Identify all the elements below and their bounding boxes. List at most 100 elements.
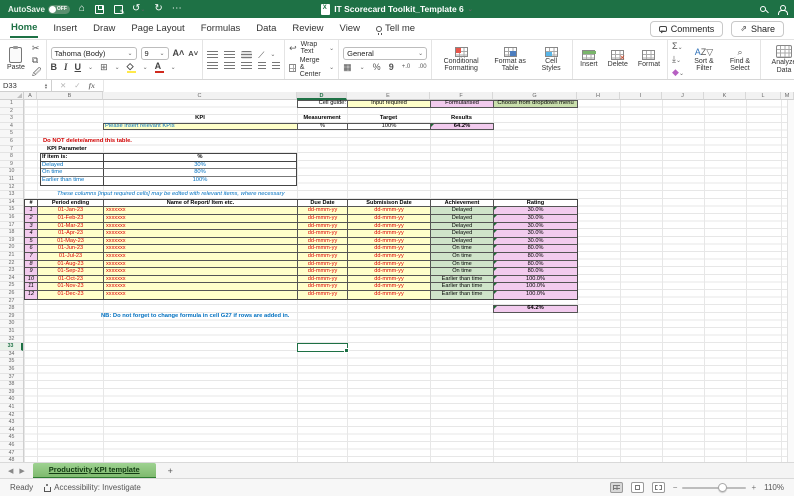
cell-rating[interactable]: 80.0% bbox=[494, 268, 577, 276]
normal-view-icon[interactable] bbox=[609, 482, 623, 493]
cell-num[interactable]: 9 bbox=[25, 268, 38, 276]
select-all-corner[interactable] bbox=[0, 92, 24, 100]
cell-name[interactable]: xxxxxxx bbox=[104, 252, 298, 261]
column-header-G[interactable]: G bbox=[493, 92, 577, 100]
tab-view[interactable]: View bbox=[339, 20, 361, 37]
row-header-45[interactable]: 45 bbox=[0, 434, 23, 442]
align-left-icon[interactable] bbox=[207, 61, 219, 70]
zoom-level[interactable]: 110% bbox=[764, 483, 784, 492]
copy-icon[interactable]: ⧉ bbox=[32, 55, 42, 65]
zoom-in-icon[interactable]: + bbox=[751, 483, 756, 492]
cell-sub[interactable]: dd-mmm-yy bbox=[348, 222, 431, 231]
table-row[interactable]: 1 01-Jan-23 xxxxxxx dd-mmm-yy dd-mmm-yy Delay… bbox=[25, 207, 577, 215]
table-row[interactable]: 9 01-Sep-23 xxxxxxx dd-mmm-yy dd-mmm-yy On ti… bbox=[25, 268, 577, 276]
cell-due[interactable]: dd-mmm-yy bbox=[298, 275, 348, 284]
row-header-34[interactable]: 34 bbox=[0, 351, 23, 359]
cell-D1[interactable]: Cell guide: bbox=[297, 100, 348, 108]
cell-due[interactable]: dd-mmm-yy bbox=[298, 290, 348, 299]
cell-period[interactable]: 01-Oct-23 bbox=[38, 275, 104, 284]
tab-formulas[interactable]: Formulas bbox=[200, 20, 242, 37]
align-center-icon[interactable] bbox=[224, 61, 236, 70]
accessibility-status[interactable]: Accessibility: Investigate bbox=[43, 483, 141, 492]
cell-rating[interactable]: 30.0% bbox=[494, 230, 577, 238]
zoom-slider-thumb[interactable] bbox=[717, 482, 727, 492]
fill-icon[interactable]: ⤓⌄ bbox=[672, 54, 684, 66]
cell-period[interactable]: 01-Apr-23 bbox=[38, 230, 104, 238]
cell-due[interactable]: dd-mmm-yy bbox=[298, 230, 348, 238]
cell-period[interactable]: 01-Jul-23 bbox=[38, 252, 104, 261]
param-row[interactable]: On time 80% bbox=[41, 169, 296, 177]
account-icon[interactable] bbox=[778, 5, 788, 15]
cell-due[interactable]: dd-mmm-yy bbox=[298, 268, 348, 276]
font-size-select[interactable]: 9 ⌄ bbox=[140, 46, 169, 60]
fill-color-icon[interactable]: ◇ bbox=[126, 61, 136, 73]
row-header-32[interactable]: 32 bbox=[0, 336, 23, 344]
cell-ach[interactable]: On time bbox=[431, 260, 494, 269]
cell-due[interactable]: dd-mmm-yy bbox=[298, 214, 348, 223]
cell-B6-warning[interactable]: Do NOT delete/amend this table. bbox=[42, 138, 242, 146]
cell-due[interactable]: dd-mmm-yy bbox=[298, 260, 348, 269]
cell-num[interactable]: 2 bbox=[25, 214, 38, 223]
comments-button[interactable]: Comments bbox=[649, 20, 724, 37]
share-button[interactable]: ⇗ Share bbox=[731, 20, 784, 37]
cell-period[interactable]: 01-Sep-23 bbox=[38, 268, 104, 276]
cell-num[interactable]: 7 bbox=[25, 252, 38, 261]
cell-ach[interactable]: On time bbox=[431, 252, 494, 261]
row-header-19[interactable]: 19 bbox=[0, 237, 23, 245]
tab-home[interactable]: Home bbox=[10, 19, 39, 38]
table-row[interactable]: 12 01-Dec-23 xxxxxxx dd-mmm-yy dd-mmm-yy Earl… bbox=[25, 290, 577, 299]
cell-ach[interactable]: Delayed bbox=[431, 230, 494, 238]
zoom-out-icon[interactable]: − bbox=[673, 483, 678, 492]
row-header-6[interactable]: 6 bbox=[0, 138, 23, 146]
home-icon[interactable]: ⌂ bbox=[79, 0, 85, 18]
add-sheet-button[interactable]: + bbox=[156, 466, 185, 476]
formula-input[interactable] bbox=[103, 79, 794, 92]
row-header-25[interactable]: 25 bbox=[0, 282, 23, 290]
cell-sub[interactable]: dd-mmm-yy bbox=[348, 230, 431, 238]
row-header-15[interactable]: 15 bbox=[0, 206, 23, 214]
row-header-11[interactable]: 11 bbox=[0, 176, 23, 184]
row-header-2[interactable]: 2 bbox=[0, 108, 23, 116]
cell-rating[interactable]: 80.0% bbox=[494, 252, 577, 261]
cell-ach[interactable]: Delayed bbox=[431, 222, 494, 231]
zoom-slider[interactable]: − + bbox=[673, 482, 756, 492]
table-row[interactable]: 10 01-Oct-23 xxxxxxx dd-mmm-yy dd-mmm-yy Earl… bbox=[25, 275, 577, 284]
tab-data[interactable]: Data bbox=[255, 20, 277, 37]
row-header-38[interactable]: 38 bbox=[0, 381, 23, 389]
cell-rating[interactable]: 100.0% bbox=[494, 290, 577, 299]
decrease-indent-icon[interactable] bbox=[258, 61, 267, 70]
cell-num[interactable]: 8 bbox=[25, 260, 38, 269]
column-header-I[interactable]: I bbox=[620, 92, 662, 100]
name-box[interactable]: D33 ▲ ▼ bbox=[0, 79, 52, 92]
row-header-36[interactable]: 36 bbox=[0, 366, 23, 374]
param-row[interactable]: Delayed 30% bbox=[41, 161, 296, 170]
cell-F1-formularised[interactable]: Formularised bbox=[430, 100, 494, 108]
document-title[interactable]: IT Scorecard Toolkit_Template 6 bbox=[334, 4, 464, 14]
find-select-button[interactable]: ⌕ Find & Select bbox=[724, 46, 756, 74]
conditional-formatting-button[interactable]: Conditional Formatting bbox=[436, 46, 486, 74]
wrap-text-button[interactable]: ↩ Wrap Text ⌄ bbox=[289, 41, 334, 55]
cell-period[interactable]: 01-Dec-23 bbox=[38, 290, 104, 299]
cell-ach[interactable]: Earlier than time bbox=[431, 290, 494, 299]
cell-name[interactable]: xxxxxxx bbox=[104, 268, 298, 276]
row-header-8[interactable]: 8 bbox=[0, 153, 23, 161]
cell-period[interactable]: 01-Aug-23 bbox=[38, 260, 104, 269]
row-header-46[interactable]: 46 bbox=[0, 442, 23, 450]
cell-ach[interactable]: Delayed bbox=[431, 237, 494, 246]
row-header-44[interactable]: 44 bbox=[0, 427, 23, 435]
cell-name[interactable]: xxxxxxx bbox=[104, 260, 298, 269]
cell-sub[interactable]: dd-mmm-yy bbox=[348, 290, 431, 299]
row-header-39[interactable]: 39 bbox=[0, 389, 23, 397]
font-name-select[interactable]: Tahoma (Body) ⌄ bbox=[50, 46, 137, 60]
search-icon[interactable] bbox=[760, 6, 766, 12]
cell-period[interactable]: 01-Mar-23 bbox=[38, 222, 104, 231]
cell-due[interactable]: dd-mmm-yy bbox=[298, 245, 348, 253]
tab-review[interactable]: Review bbox=[291, 20, 324, 37]
table-row[interactable]: 7 01-Jul-23 xxxxxxx dd-mmm-yy dd-mmm-yy On ti… bbox=[25, 252, 577, 261]
row-header-14[interactable]: 14 bbox=[0, 199, 23, 207]
cell-ach[interactable]: On time bbox=[431, 268, 494, 276]
cell-D4-measurement[interactable]: % bbox=[297, 122, 348, 131]
underline-button[interactable]: U bbox=[75, 62, 82, 72]
merge-center-button[interactable]: Merge & Center ⌄ bbox=[289, 57, 334, 78]
cell-G27-total-rating[interactable]: 64.2% bbox=[493, 305, 578, 313]
